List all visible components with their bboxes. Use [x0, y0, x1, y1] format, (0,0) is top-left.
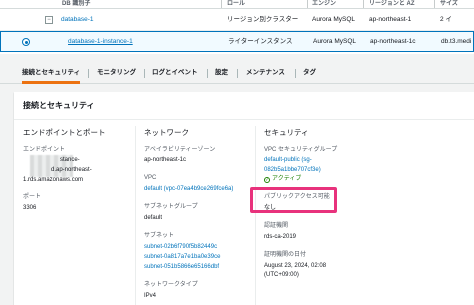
- column-header-region[interactable]: リージョンと AZ: [369, 0, 415, 8]
- region-cell: ap-northeast-1: [369, 16, 412, 23]
- tab-separator: [237, 69, 238, 78]
- tab-monitoring[interactable]: モニタリング: [97, 62, 136, 84]
- subnet-group-label: サブネットグループ: [144, 204, 198, 210]
- detail-tabs: 接続とセキュリティ モニタリング ログとイベント 設定 メンテナンス タグ: [0, 62, 474, 84]
- table-row-selected[interactable]: database-1-instance-1 ライターインスタンス Aurora …: [0, 31, 474, 52]
- engine-cell: Aurora MySQL: [313, 38, 356, 45]
- vpc-link[interactable]: default (vpc-07ea4b9ce269fce6a): [144, 185, 233, 193]
- column-divider: [135, 126, 136, 305]
- role-cell: リージョン別クラスター: [227, 16, 299, 23]
- endpoint-section-title: エンドポイントとポート: [23, 128, 106, 137]
- column-separator: [363, 0, 364, 8]
- column-separator: [307, 0, 308, 8]
- db-id-link[interactable]: database-1: [61, 10, 94, 30]
- column-separator: [221, 0, 222, 8]
- tab-separator: [295, 69, 296, 78]
- active-tab-indicator: [22, 81, 80, 84]
- tab-separator: [88, 69, 89, 78]
- tab-maintenance[interactable]: メンテナンス: [246, 62, 285, 84]
- network-type-value: IPv4: [144, 293, 157, 299]
- tab-tags[interactable]: タグ: [303, 62, 316, 84]
- table-header: DB 識別子 ロール エンジン リージョンと AZ サイズ: [0, 0, 474, 9]
- public-access-highlight-box: [250, 187, 337, 213]
- network-type-label: ネットワークタイプ: [144, 282, 198, 288]
- tab-separator: [207, 69, 208, 78]
- column-header-db-id[interactable]: DB 識別子: [62, 0, 90, 8]
- connectivity-security-panel: 接続とセキュリティ エンドポイントとポート エンドポイント stance- d.…: [14, 92, 474, 305]
- subnet-link[interactable]: subnet-051b5866e65166dbf: [144, 263, 219, 271]
- tab-configuration[interactable]: 設定: [215, 62, 228, 84]
- endpoint-value-line1: stance-: [60, 157, 80, 163]
- subnet-link[interactable]: subnet-02b6f790f5b82449c: [144, 243, 217, 251]
- endpoint-label: エンドポイント: [23, 147, 66, 153]
- check-circle-icon: ✓: [264, 177, 270, 183]
- security-section-title: セキュリティ: [264, 128, 309, 137]
- port-label: ポート: [23, 194, 42, 200]
- endpoint-value-line2: d.ap-northeast-: [51, 167, 92, 173]
- endpoint-value-line3: 1.rds.amazonaws.com: [23, 177, 84, 183]
- engine-cell: Aurora MySQL: [312, 16, 355, 23]
- subnet-link[interactable]: subnet-0a817a7e1ba0e39ce: [144, 253, 220, 261]
- subnets-label: サブネット: [144, 233, 175, 239]
- column-separator: [434, 0, 435, 8]
- collapse-icon[interactable]: −: [45, 16, 53, 24]
- security-group-status: ✓ アクティブ: [264, 176, 302, 183]
- port-value: 3306: [23, 205, 37, 211]
- ca-value: rds-ca-2019: [264, 234, 297, 240]
- size-cell: 2 イ: [440, 16, 452, 23]
- security-group-link[interactable]: default-public (sg-: [264, 156, 312, 164]
- row-select-radio[interactable]: [22, 38, 30, 46]
- network-section-title: ネットワーク: [144, 128, 189, 137]
- panel-title: 接続とセキュリティ: [23, 101, 95, 110]
- cert-date-label: 証明機関の日付: [264, 252, 307, 258]
- tab-separator: [144, 69, 145, 78]
- ca-label: 認証機関: [264, 223, 289, 229]
- column-header-role[interactable]: ロール: [227, 0, 245, 8]
- role-cell: ライターインスタンス: [228, 38, 293, 45]
- db-instances-table: DB 識別子 ロール エンジン リージョンと AZ サイズ − database…: [0, 0, 474, 54]
- size-cell: db.t3.medi: [441, 38, 472, 45]
- table-row[interactable]: − database-1 リージョン別クラスター Aurora MySQL ap…: [0, 10, 474, 30]
- region-cell: ap-northeast-1c: [370, 38, 416, 45]
- tab-logs-events[interactable]: ログとイベント: [152, 62, 198, 84]
- cert-date-value-line1: August 23, 2024, 02:08: [264, 263, 327, 269]
- cert-date-value-line2: (UTC+09:00): [264, 272, 299, 278]
- db-id-link[interactable]: database-1-instance-1: [68, 32, 133, 52]
- security-group-label: VPC セキュリティグループ: [264, 147, 338, 153]
- az-value: ap-northeast-1c: [144, 157, 187, 163]
- panel-divider: [14, 119, 474, 120]
- column-header-size[interactable]: サイズ: [440, 0, 458, 8]
- security-group-link[interactable]: 082b5a1bbe707cf3e): [264, 166, 321, 174]
- az-label: アベイラビリティーゾーン: [144, 147, 216, 153]
- subnet-group-value: default: [144, 215, 163, 221]
- column-divider: [255, 126, 256, 305]
- column-header-engine[interactable]: エンジン: [312, 0, 336, 8]
- vpc-label: VPC: [144, 175, 157, 181]
